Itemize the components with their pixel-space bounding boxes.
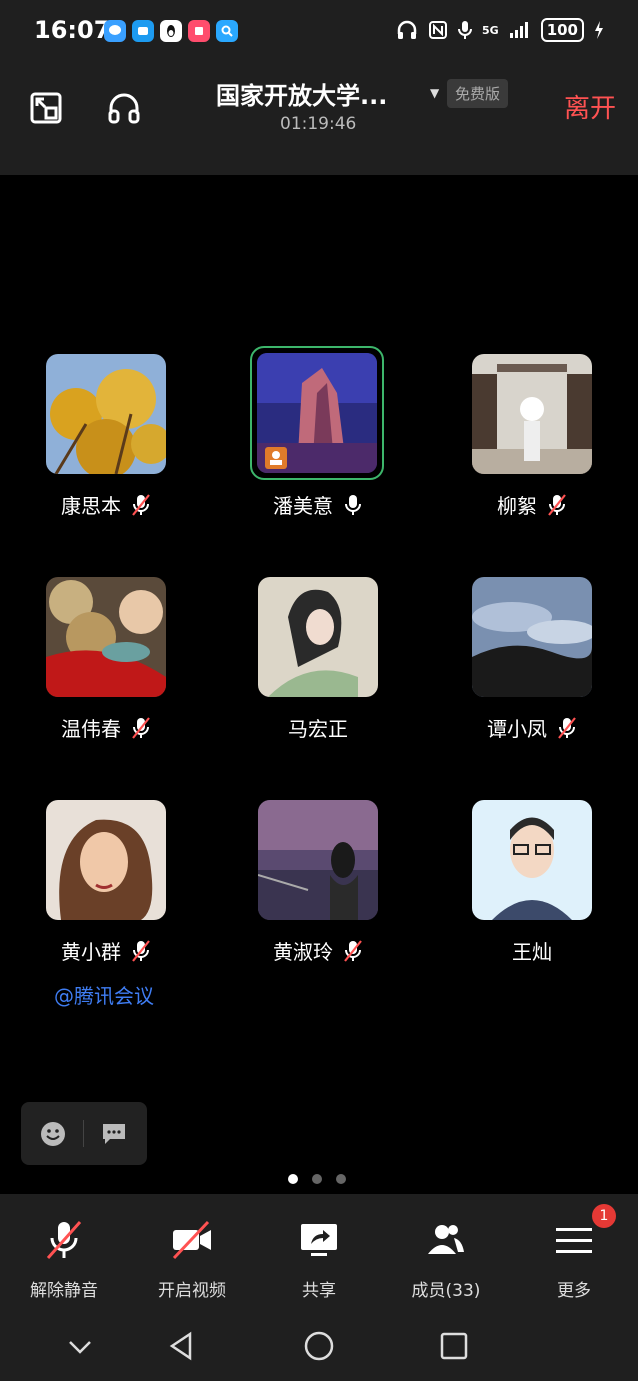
mic-muted-icon: [132, 716, 150, 739]
share-label: 共享: [302, 1281, 336, 1301]
avatar-speaking: [250, 346, 384, 480]
search-app-icon: [216, 20, 238, 42]
unmute-label: 解除静音: [30, 1281, 98, 1301]
mic-muted-icon: [344, 939, 362, 962]
system-icons: 5G 100: [396, 18, 604, 42]
menu-icon: [556, 1228, 592, 1253]
video-off-icon: [172, 1220, 211, 1260]
participant-name: 黄小群: [61, 940, 121, 964]
participant-name: 潘美意: [273, 494, 333, 518]
participant-name: 马宏正: [288, 717, 348, 741]
recents-icon[interactable]: [436, 1328, 472, 1364]
avatar: [258, 800, 378, 920]
page-dot: [312, 1174, 322, 1184]
participant-tile[interactable]: 谭小凤: [426, 577, 638, 777]
plan-badge: 免费版: [447, 79, 509, 108]
participant-name: 黄淑玲: [273, 940, 333, 964]
unmute-button[interactable]: 解除静音: [4, 1194, 124, 1312]
participant-tile[interactable]: 康思本: [0, 354, 212, 554]
avatar: [472, 577, 592, 697]
meeting-duration: 01:19:46: [280, 114, 357, 134]
battery-level: 100: [540, 18, 584, 42]
avatar: [472, 800, 592, 920]
members-label: 成员(33): [411, 1281, 481, 1301]
app-icon: [188, 20, 210, 42]
share-screen-icon: [301, 1224, 337, 1256]
avatar: [46, 354, 166, 474]
mic-muted-icon: [558, 716, 576, 739]
chat-bubble-icon: [104, 20, 126, 42]
participant-tile[interactable]: 黄淑玲: [212, 800, 424, 1000]
avatar: [472, 354, 592, 474]
participant-tile[interactable]: 温伟春: [0, 577, 212, 777]
home-icon[interactable]: [301, 1328, 337, 1364]
notification-icons: [104, 20, 238, 42]
participant-name: 王灿: [512, 940, 552, 964]
participant-name: 温伟春: [61, 717, 121, 741]
participant-name: 谭小凤: [487, 717, 547, 741]
mention-link[interactable]: @腾讯会议: [54, 980, 154, 1009]
page-dot-active: [288, 1174, 298, 1184]
chat-icon[interactable]: [100, 1121, 128, 1147]
share-button[interactable]: 共享: [259, 1194, 379, 1312]
network-type: 5G: [482, 23, 499, 37]
avatar: [46, 577, 166, 697]
caret-down-icon[interactable]: ▼: [430, 86, 439, 100]
minimize-window-icon[interactable]: [24, 86, 68, 130]
headphone-icon[interactable]: [102, 86, 146, 130]
status-bar: 16:07 5G 100: [0, 0, 638, 62]
avatar: [258, 577, 378, 697]
page-indicator[interactable]: [288, 1174, 346, 1184]
participant-tile[interactable]: 马宏正: [212, 577, 424, 777]
mic-muted-icon: [132, 493, 150, 516]
page-dot: [336, 1174, 346, 1184]
participant-tile[interactable]: 潘美意: [212, 346, 424, 554]
members-icon: [428, 1225, 464, 1254]
mic-status-icon: [458, 21, 472, 39]
reaction-chat-box: [21, 1102, 147, 1165]
status-time: 16:07: [34, 16, 111, 44]
members-button[interactable]: 成员(33): [386, 1194, 506, 1312]
start-video-button[interactable]: 开启视频: [132, 1194, 252, 1312]
meeting-toolbar: 解除静音 开启视频 共享 成员(33) 1 更多: [0, 1194, 638, 1312]
penguin-icon: [160, 20, 182, 42]
mic-muted-icon: [46, 1221, 82, 1259]
avatar: [46, 800, 166, 920]
participant-tile[interactable]: 黄小群: [0, 800, 212, 1000]
message-icon: [132, 20, 154, 42]
mic-muted-icon: [132, 939, 150, 962]
participant-name: 康思本: [61, 494, 121, 518]
signal-icon: [509, 22, 528, 38]
headphone-status-icon: [397, 20, 417, 39]
leave-button[interactable]: 离开: [564, 88, 616, 125]
start-video-label: 开启视频: [158, 1281, 226, 1301]
mic-muted-icon: [548, 493, 566, 516]
nfc-icon: [429, 21, 447, 39]
more-label: 更多: [557, 1281, 591, 1301]
meeting-title[interactable]: 国家开放大学...: [216, 76, 416, 111]
participant-tile[interactable]: 王灿: [426, 800, 638, 1000]
divider: [83, 1120, 84, 1147]
meeting-title-dropdown[interactable]: 国家开放大学...: [216, 76, 416, 111]
meeting-header: 国家开放大学... 01:19:46 ▼ 免费版 离开: [0, 62, 638, 175]
participant-name: 柳絮: [497, 494, 537, 518]
participant-tile[interactable]: 柳絮: [426, 354, 638, 554]
back-icon[interactable]: [164, 1328, 200, 1364]
chevron-down-icon[interactable]: [62, 1328, 98, 1364]
system-nav-bar: [0, 1312, 638, 1381]
more-button[interactable]: 1 更多: [514, 1194, 634, 1312]
notification-badge: 1: [592, 1204, 616, 1228]
mic-icon: [345, 494, 361, 515]
emoji-icon[interactable]: [40, 1121, 66, 1147]
charging-icon: [595, 21, 603, 39]
